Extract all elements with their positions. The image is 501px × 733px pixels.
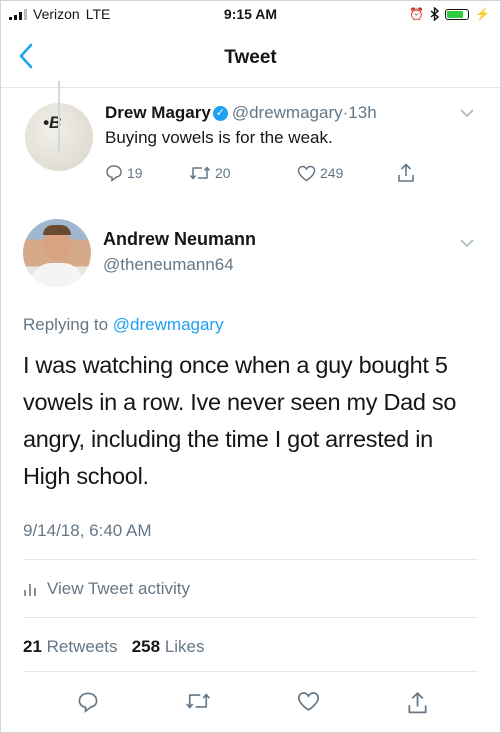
reply-count: 19 bbox=[127, 165, 143, 181]
replying-to-link[interactable]: @drewmagary bbox=[113, 315, 224, 334]
parent-author-line: Drew Magary ✓ @drewmagary·13h bbox=[105, 103, 377, 123]
tweet-age: 13h bbox=[348, 103, 377, 122]
author-handle: @drewmagary bbox=[231, 103, 343, 122]
verified-badge-icon: ✓ bbox=[212, 106, 228, 122]
replying-to-line: Replying to @drewmagary bbox=[23, 315, 224, 335]
share-button[interactable] bbox=[397, 163, 415, 183]
share-button[interactable] bbox=[407, 691, 428, 720]
author-name[interactable]: Andrew Neumann bbox=[103, 229, 256, 250]
divider bbox=[23, 671, 478, 672]
parent-tweet[interactable]: •B Drew Magary ✓ @drewmagary·13h Buying vo… bbox=[1, 95, 500, 210]
retweet-icon bbox=[189, 166, 211, 180]
like-count: 249 bbox=[320, 165, 344, 181]
retweet-count: 20 bbox=[215, 165, 231, 181]
activity-label: View Tweet activity bbox=[47, 579, 190, 598]
retweet-total: 21 bbox=[23, 637, 42, 656]
parent-tweet-text: Buying vowels is for the weak. bbox=[105, 128, 333, 147]
retweet-icon bbox=[186, 693, 210, 709]
chevron-down-icon[interactable] bbox=[460, 235, 474, 251]
reply-button[interactable]: 19 bbox=[105, 164, 189, 182]
reply-icon bbox=[106, 165, 122, 182]
bluetooth-icon bbox=[430, 7, 440, 21]
bar-chart-icon bbox=[24, 584, 36, 596]
retweets-label: Retweets bbox=[46, 637, 118, 656]
avatar[interactable] bbox=[23, 219, 91, 287]
heart-icon bbox=[297, 692, 320, 712]
reply-icon bbox=[78, 692, 98, 713]
like-total: 258 bbox=[131, 637, 161, 656]
like-button[interactable] bbox=[297, 691, 320, 717]
divider bbox=[23, 559, 478, 560]
like-button[interactable]: 249 bbox=[297, 165, 397, 182]
tweet-timestamp: 9/14/18, 6:40 AM bbox=[23, 521, 152, 540]
battery-icon bbox=[445, 8, 470, 20]
heart-icon bbox=[297, 165, 316, 181]
chevron-down-icon[interactable] bbox=[460, 105, 474, 121]
view-tweet-activity-button[interactable]: View Tweet activity bbox=[23, 579, 190, 599]
charging-icon: ⚡ bbox=[475, 7, 490, 21]
avatar-shirt bbox=[31, 263, 83, 287]
tweet-text: I was watching once when a guy bought 5 … bbox=[23, 352, 457, 489]
alarm-icon: ⏰ bbox=[409, 7, 425, 21]
nav-bar: Tweet bbox=[1, 31, 500, 88]
replying-prefix: Replying to bbox=[23, 315, 109, 334]
divider bbox=[23, 617, 478, 618]
engagement-stats: 21 Retweets 258 Likes bbox=[23, 637, 205, 657]
retweets-stat[interactable]: 21 Retweets bbox=[23, 637, 118, 656]
status-bar: Verizon LTE 9:15 AM ⏰ ⚡ bbox=[1, 1, 500, 27]
avatar-hair bbox=[43, 225, 71, 235]
thread-connector-line bbox=[58, 81, 60, 151]
tweet-detail-screen: Verizon LTE 9:15 AM ⏰ ⚡ Tweet •B Drew Ma… bbox=[0, 0, 501, 733]
reply-button[interactable] bbox=[77, 691, 99, 718]
retweet-button[interactable]: 20 bbox=[189, 165, 297, 181]
likes-label: Likes bbox=[164, 637, 205, 656]
retweet-button[interactable] bbox=[185, 691, 211, 716]
share-icon bbox=[398, 163, 414, 182]
tweet-action-bar bbox=[1, 687, 500, 723]
author-handle[interactable]: @theneumann64 bbox=[103, 255, 234, 275]
status-right: ⏰ ⚡ bbox=[409, 7, 490, 21]
nav-title: Tweet bbox=[224, 47, 277, 68]
parent-action-bar: 19 20 249 bbox=[105, 163, 415, 183]
author-name[interactable]: Drew Magary bbox=[105, 103, 211, 122]
likes-stat[interactable]: 258 Likes bbox=[132, 637, 205, 656]
share-icon bbox=[408, 692, 427, 714]
